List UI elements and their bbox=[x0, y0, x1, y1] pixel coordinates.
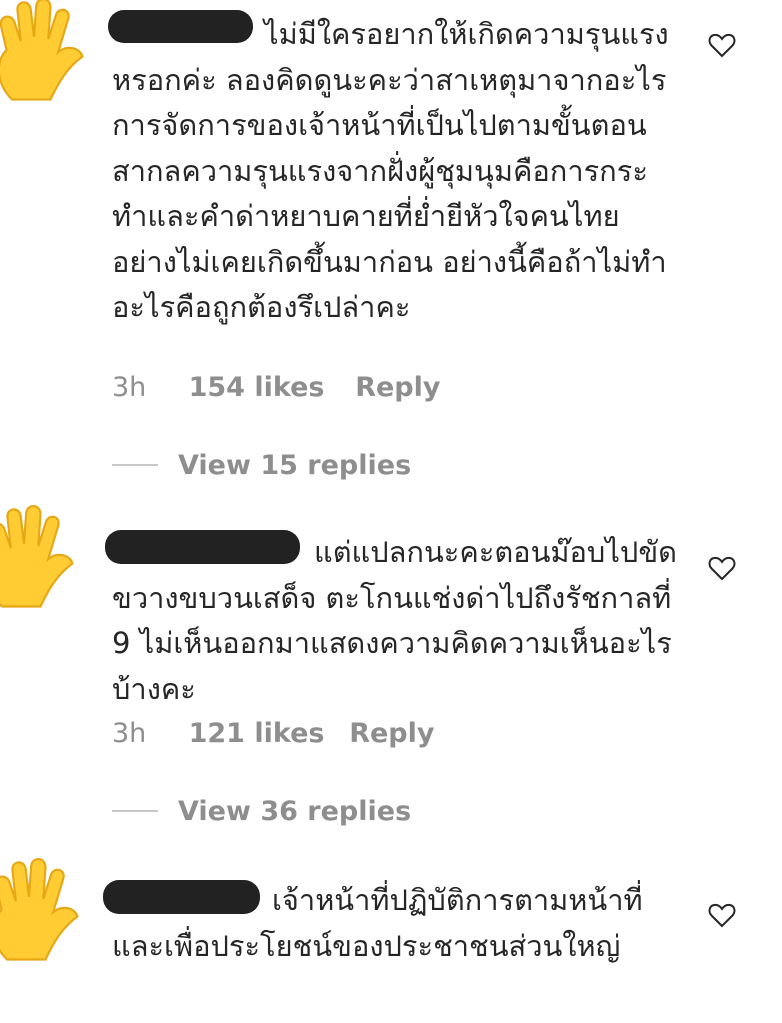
hand-emoji-icon bbox=[0, 0, 100, 105]
like-heart-icon[interactable] bbox=[708, 555, 736, 581]
comment-text: เจ้าหน้าที่ปฏิบัติการตามหน้าที่ และเพื่อ… bbox=[112, 883, 652, 963]
divider-line bbox=[112, 463, 158, 466]
comment-time: 3h bbox=[112, 372, 147, 403]
hand-emoji-icon bbox=[0, 855, 95, 965]
reply-button[interactable]: Reply bbox=[355, 372, 440, 403]
view-replies-button[interactable]: View 15 replies bbox=[112, 450, 411, 481]
reply-button[interactable]: Reply bbox=[349, 718, 434, 749]
view-replies-button[interactable]: View 36 replies bbox=[112, 796, 411, 827]
comment-meta: 3h 121 likes Reply bbox=[112, 718, 434, 749]
comment-2: แต่แปลกนะคะตอนม๊อบไปขัดขวางขบวนเสด็จ ตะโ… bbox=[0, 500, 782, 850]
comment-3: เจ้าหน้าที่ปฏิบัติการตามหน้าที่ และเพื่อ… bbox=[0, 850, 782, 1023]
like-heart-icon[interactable] bbox=[708, 32, 736, 58]
view-replies-label: View 15 replies bbox=[178, 450, 412, 481]
comment-text: แต่แปลกนะคะตอนม๊อบไปขัดขวางขบวนเสด็จ ตะโ… bbox=[112, 535, 681, 706]
comment-time: 3h bbox=[112, 718, 147, 749]
like-count[interactable]: 121 likes bbox=[189, 718, 341, 749]
comment-text: ไม่มีใครอยากให้เกิดความรุนแรงหรอกค่ะ ลอง… bbox=[112, 17, 676, 324]
comment-meta: 3h 154 likes Reply bbox=[112, 372, 440, 403]
like-count[interactable]: 154 likes bbox=[189, 372, 347, 403]
view-replies-label: View 36 replies bbox=[178, 796, 412, 827]
like-heart-icon[interactable] bbox=[708, 902, 736, 928]
hand-emoji-icon bbox=[0, 502, 90, 612]
comment-1: ไม่มีใครอยากให้เกิดความรุนแรงหรอกค่ะ ลอง… bbox=[0, 0, 782, 500]
divider-line bbox=[112, 809, 158, 812]
